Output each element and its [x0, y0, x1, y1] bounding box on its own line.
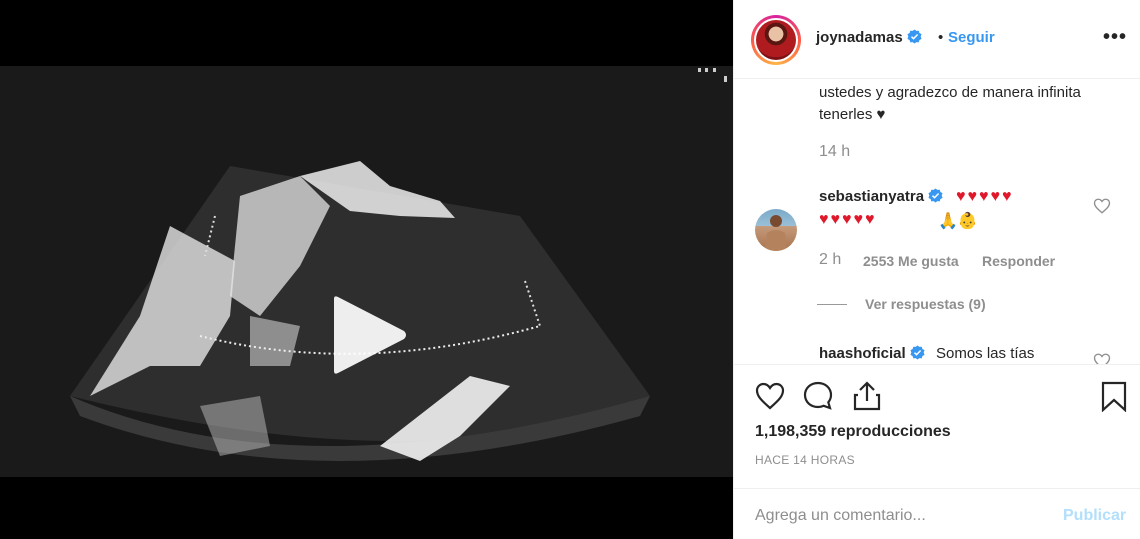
more-options-icon[interactable]: ••• — [1103, 27, 1127, 47]
ultrasound-image — [0, 66, 733, 477]
comments-list[interactable]: ustedes y agradezco de manera infinita t… — [734, 80, 1140, 364]
verified-badge-icon — [907, 29, 922, 44]
post-header: joynadamas • Seguir ••• — [734, 0, 1140, 79]
comment-timestamp[interactable]: 2 h — [819, 251, 841, 269]
replies-divider — [817, 304, 847, 305]
comment-username-text[interactable]: haashoficial — [819, 345, 906, 362]
comment-like-heart-icon[interactable] — [1093, 352, 1111, 364]
post-caption: ustedes y agradezco de manera infinita t… — [819, 84, 1081, 123]
person-photo-icon — [765, 215, 787, 251]
publish-button[interactable]: Publicar — [1063, 507, 1126, 525]
like-heart-icon[interactable] — [754, 380, 786, 412]
reply-button[interactable]: Responder — [982, 253, 1055, 269]
commenter-avatar[interactable] — [755, 209, 797, 251]
comment-like-heart-icon[interactable] — [1093, 197, 1111, 215]
video-player[interactable] — [0, 66, 733, 477]
post-panel: joynadamas • Seguir ••• ustedes y agrade… — [733, 0, 1140, 539]
post-timestamp[interactable]: HACE 14 HORAS — [755, 453, 855, 467]
post-actions: 1,198,359 reproducciones HACE 14 HORAS A… — [734, 364, 1140, 539]
comment-username[interactable]: sebastianyatra — [819, 188, 943, 205]
play-icon[interactable] — [330, 295, 408, 375]
username-text[interactable]: joynadamas — [816, 29, 903, 46]
verified-badge-icon — [928, 188, 943, 203]
comment-username-text[interactable]: sebastianyatra — [819, 188, 924, 205]
comment-emoji-extra: 🙏👶 — [938, 213, 978, 230]
follow-button[interactable]: Seguir — [948, 29, 995, 46]
view-replies-button[interactable]: Ver respuestas (9) — [865, 296, 986, 312]
comment-text-line1: ♥♥♥♥♥ — [956, 188, 1014, 205]
verified-badge-icon — [910, 345, 925, 360]
caption-timestamp[interactable]: 14 h — [819, 143, 850, 161]
media-area — [0, 0, 733, 539]
header-username[interactable]: joynadamas — [816, 29, 922, 46]
comment-username[interactable]: haashoficial — [819, 345, 925, 362]
add-comment-bar: Agrega un comentario... Publicar — [734, 488, 1140, 539]
comment-text: Somos las tías — [936, 345, 1035, 362]
comment-text-line2: ♥♥♥♥♥ — [819, 211, 877, 228]
comment-bubble-icon[interactable] — [802, 380, 834, 412]
view-count[interactable]: 1,198,359 reproducciones — [755, 423, 951, 441]
save-bookmark-icon[interactable] — [1098, 380, 1130, 412]
comment-input[interactable]: Agrega un comentario... — [755, 507, 926, 525]
share-icon[interactable] — [851, 380, 883, 412]
comment-likes[interactable]: 2553 Me gusta — [863, 253, 959, 269]
header-separator: • — [938, 29, 944, 46]
profile-avatar[interactable] — [751, 15, 801, 65]
